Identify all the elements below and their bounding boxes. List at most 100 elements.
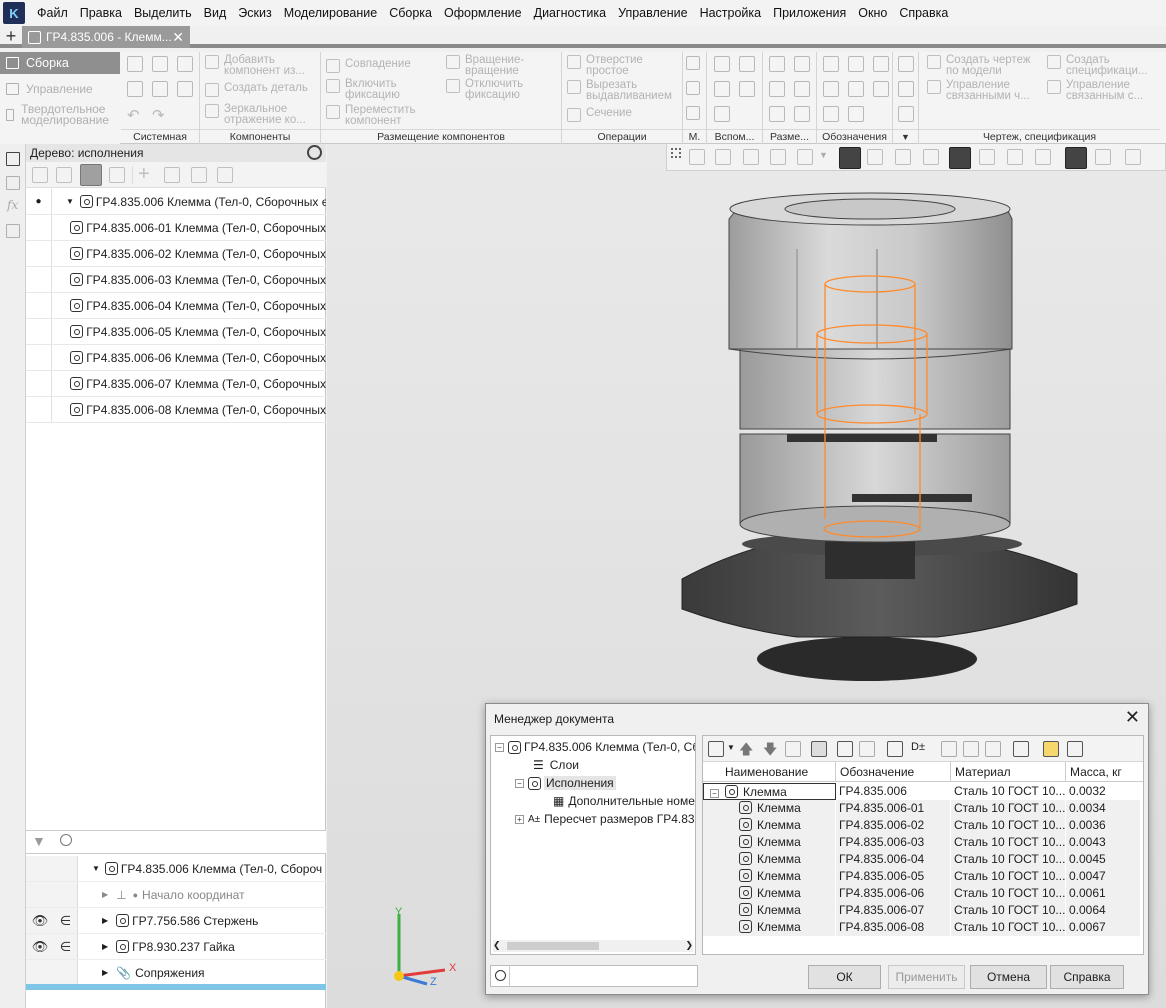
- bottom-tree-part-1[interactable]: 👁 ∈ ▶ ГР7.756.586 Стержень: [26, 908, 326, 934]
- mirror-component-button[interactable]: Зеркальное отражение ко...: [205, 103, 317, 125]
- expand-icon[interactable]: +: [515, 814, 524, 824]
- properties-icon[interactable]: [837, 741, 853, 757]
- bottom-tree-part-2[interactable]: 👁 ∈ ▶ ГР8.930.237 Гайка: [26, 934, 326, 960]
- tree-item-07[interactable]: ГР4.835.006-07 Клемма (Тел-0, Сборочных: [26, 371, 326, 397]
- scroll-left-icon[interactable]: ❮: [493, 940, 501, 951]
- layers-panel-icon[interactable]: [6, 224, 20, 238]
- col-header-code[interactable]: Обозначение: [836, 762, 951, 782]
- annot-tolerance-icon[interactable]: [848, 81, 864, 97]
- annot-text-icon[interactable]: [873, 81, 889, 97]
- menu-management[interactable]: Управление: [612, 0, 694, 26]
- menu-sketch[interactable]: Эскиз: [232, 0, 277, 26]
- tree-item-06[interactable]: ГР4.835.006-06 Клемма (Тел-0, Сборочных: [26, 345, 326, 371]
- m-tool-2-icon[interactable]: [686, 81, 700, 95]
- toolbar-grip-icon[interactable]: [671, 148, 681, 158]
- tree-structure-icon[interactable]: [32, 167, 48, 183]
- bottom-tree-origin[interactable]: ▶ ⊥ ● Начало координат: [26, 882, 326, 908]
- tree-item-01[interactable]: ГР4.835.006-01 Клемма (Тел-0, Сборочных: [26, 215, 326, 241]
- scroll-right-icon[interactable]: ❯: [685, 940, 693, 951]
- perspective-icon[interactable]: [923, 149, 939, 165]
- shaded-display-icon[interactable]: [839, 147, 861, 169]
- save-icon[interactable]: [177, 56, 193, 72]
- table-row[interactable]: Клемма ГР4.835.006-04 Сталь 10 ГОСТ 10... 0…: [703, 851, 1143, 868]
- chevron-down-icon[interactable]: ▼: [66, 197, 74, 206]
- add-component-button[interactable]: Добавить компонент из...: [205, 54, 317, 76]
- paste-icon[interactable]: [177, 81, 193, 97]
- menu-apps[interactable]: Приложения: [767, 0, 852, 26]
- zoom-fit-icon[interactable]: [689, 149, 705, 165]
- zoom-window-icon[interactable]: [715, 149, 731, 165]
- properties-panel-icon[interactable]: [6, 176, 20, 190]
- menu-edit[interactable]: Правка: [74, 0, 128, 26]
- menu-diagnostics[interactable]: Диагностика: [528, 0, 612, 26]
- extra-tool-1-icon[interactable]: [898, 56, 914, 72]
- move-up-icon[interactable]: 🡅: [739, 739, 753, 763]
- hidden-lines-icon[interactable]: [895, 149, 911, 165]
- copy-icon[interactable]: [152, 81, 168, 97]
- undo-icon[interactable]: ↶: [127, 106, 140, 124]
- columns-icon[interactable]: [859, 741, 875, 757]
- eye-icon[interactable]: 👁: [32, 913, 49, 929]
- mode-solid-modeling[interactable]: Твердотельное моделирование: [6, 103, 118, 126]
- tree-panel-icon[interactable]: [6, 152, 20, 166]
- print-icon[interactable]: [127, 81, 143, 97]
- dim-angular-icon[interactable]: [794, 56, 810, 72]
- collapse-icon[interactable]: −: [710, 789, 719, 798]
- dim-diameter-icon[interactable]: [794, 81, 810, 97]
- explode-icon[interactable]: [1007, 149, 1023, 165]
- filter-selection-icon[interactable]: [1065, 147, 1087, 169]
- wireframe-icon[interactable]: [867, 149, 883, 165]
- chevron-right-icon[interactable]: ▶: [102, 968, 108, 977]
- collapse-icon[interactable]: −: [495, 742, 504, 752]
- zoom-icon[interactable]: [743, 149, 759, 165]
- menu-assembly[interactable]: Сборка: [383, 0, 438, 26]
- dialog-tree-resize[interactable]: + A± Пересчет размеров ГР4.83: [515, 810, 695, 828]
- tolerance-label[interactable]: D±: [911, 741, 925, 753]
- horizontal-scrollbar[interactable]: [26, 984, 326, 990]
- dim-radial-icon[interactable]: [769, 81, 785, 97]
- mode-management[interactable]: Управление: [6, 83, 93, 95]
- ok-button[interactable]: ОК: [808, 965, 881, 989]
- tree-item-04[interactable]: ГР4.835.006-04 Клемма (Тел-0, Сборочных: [26, 293, 326, 319]
- coincidence-button[interactable]: Совпадение: [326, 59, 436, 73]
- chevron-right-icon[interactable]: ▶: [102, 916, 108, 925]
- tree-item-03[interactable]: ГР4.835.006-03 Клемма (Тел-0, Сборочных: [26, 267, 326, 293]
- tree-delete-icon[interactable]: [217, 167, 233, 183]
- extra-tool-3-icon[interactable]: [898, 106, 914, 122]
- import-icon[interactable]: [941, 741, 957, 757]
- apply-button[interactable]: Применить: [888, 965, 965, 989]
- new-tab-button[interactable]: +: [0, 26, 22, 48]
- dim-auto-icon[interactable]: [769, 106, 785, 122]
- menu-select[interactable]: Выделить: [128, 0, 198, 26]
- disable-fix-button[interactable]: Отключить фиксацию: [446, 78, 558, 100]
- menu-settings[interactable]: Настройка: [694, 0, 768, 26]
- annot-mark-icon[interactable]: [823, 106, 839, 122]
- menu-help[interactable]: Справка: [893, 0, 954, 26]
- create-drawing-button[interactable]: Создать чертеж по модели: [927, 54, 1043, 76]
- add-icon[interactable]: +: [138, 163, 150, 186]
- orientation-icon[interactable]: [797, 149, 813, 165]
- aux-cs-icon[interactable]: [739, 81, 755, 97]
- move-component-button[interactable]: Переместить компонент: [326, 104, 436, 126]
- save-table-icon[interactable]: [1067, 741, 1083, 757]
- extra-tool-2-icon[interactable]: [898, 81, 914, 97]
- menu-design[interactable]: Оформление: [438, 0, 528, 26]
- aux-line-icon[interactable]: [714, 106, 730, 122]
- table-row[interactable]: Клемма ГР4.835.006-07 Сталь 10 ГОСТ 10... 0…: [703, 902, 1143, 919]
- dialog-tree-layers[interactable]: ☰ Слои: [533, 756, 579, 774]
- table-row[interactable]: Клемма ГР4.835.006-08 Сталь 10 ГОСТ 10... 0…: [703, 919, 1143, 936]
- help-button[interactable]: Справка: [1050, 965, 1124, 989]
- cancel-button[interactable]: Отмена: [970, 965, 1047, 989]
- app-logo-icon[interactable]: K: [3, 2, 25, 24]
- rotate-icon[interactable]: [770, 149, 786, 165]
- dialog-tree-scrollbar[interactable]: ❮ ❯: [493, 940, 693, 952]
- section-view-icon[interactable]: [979, 149, 995, 165]
- filter-icon[interactable]: ▼: [32, 833, 46, 849]
- open-icon[interactable]: [152, 56, 168, 72]
- m-tool-3-icon[interactable]: [686, 106, 700, 120]
- tree-versions-icon[interactable]: [80, 164, 102, 186]
- collapse-icon[interactable]: −: [515, 778, 524, 788]
- dialog-tree-extra-numbers[interactable]: ▦ Дополнительные номе: [553, 792, 695, 810]
- chevron-down-icon[interactable]: ▼: [92, 864, 100, 873]
- annot-weld-icon[interactable]: [823, 81, 839, 97]
